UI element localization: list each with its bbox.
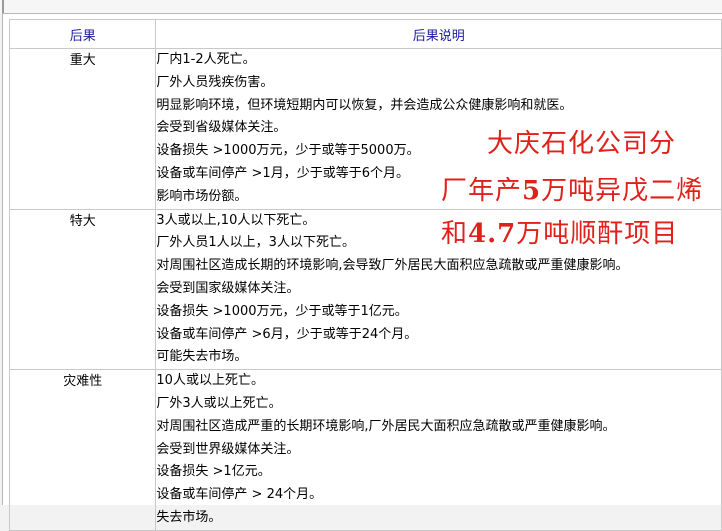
description-line: 10人或以上死亡。 <box>156 373 264 389</box>
window-top-strip <box>0 0 722 13</box>
overlay-line2-pre: 厂年产 <box>441 176 523 206</box>
description-line: 可能失去市场。 <box>156 349 248 365</box>
description-line: 设备损失 >1000万元，少于或等于1亿元。 <box>156 303 408 319</box>
description-line: 对周围社区造成长期的环境影响,会导致厂外居民大面积应急疏散或严重健康影响。 <box>156 258 629 274</box>
description-line: 厂外3人或以上死亡。 <box>156 395 282 411</box>
header-description: 后果说明 <box>155 19 722 49</box>
level-cell: 重大 <box>8 48 157 210</box>
description-line: 会受到国家级媒体关注。 <box>156 280 300 296</box>
description-line: 会受到世界级媒体关注。 <box>156 441 300 457</box>
consequence-table: 后果 后果说明 重大 厂内1-2人死亡。 厂外人员残疾伤害。 明显影响环境，但环… <box>8 19 722 531</box>
description-line: 明显影响环境，但环境短期内可以恢复，并会造成公众健康影响和就医。 <box>156 97 573 113</box>
description-line: 厂外人员残疾伤害。 <box>156 74 274 90</box>
description-line: 厂内1-2人死亡。 <box>156 52 256 67</box>
overlay-line3-post: 万吨顺酐项目 <box>516 219 679 249</box>
header-row: 后果 后果说明 <box>8 19 722 49</box>
overlay-line3-pre: 和 <box>441 219 469 249</box>
description-line: 对周围社区造成严重的长期环境影响,厂外居民大面积应急疏散或严重健康影响。 <box>156 418 616 434</box>
level-cell: 灾难性 <box>8 369 157 531</box>
description-line: 失去市场。 <box>156 509 222 525</box>
overlay-title-line1: 大庆石化公司分 <box>487 129 677 159</box>
description-line: 设备或车间停产 >6月，少于或等于24个月。 <box>156 326 418 342</box>
description-cell: 10人或以上死亡。 厂外3人或以上死亡。 对周围社区造成严重的长期环境影响,厂外… <box>155 369 722 531</box>
overlay-line2-number: 5 <box>522 176 542 206</box>
overlay-title-line3: 和4.7万吨顺酐项目 <box>441 213 678 250</box>
overlay-line3-number: 4.7 <box>468 219 517 249</box>
table-row: 灾难性 10人或以上死亡。 厂外3人或以上死亡。 对周围社区造成严重的长期环境影… <box>8 369 722 531</box>
description-line: 设备损失 >1亿元。 <box>156 464 271 480</box>
level-cell: 特大 <box>8 208 157 371</box>
overlay-line2-post: 万吨异戊二烯 <box>541 176 704 206</box>
overlay-title-line2: 厂年产5万吨异戊二烯 <box>441 170 703 207</box>
header-level: 后果 <box>8 19 157 49</box>
